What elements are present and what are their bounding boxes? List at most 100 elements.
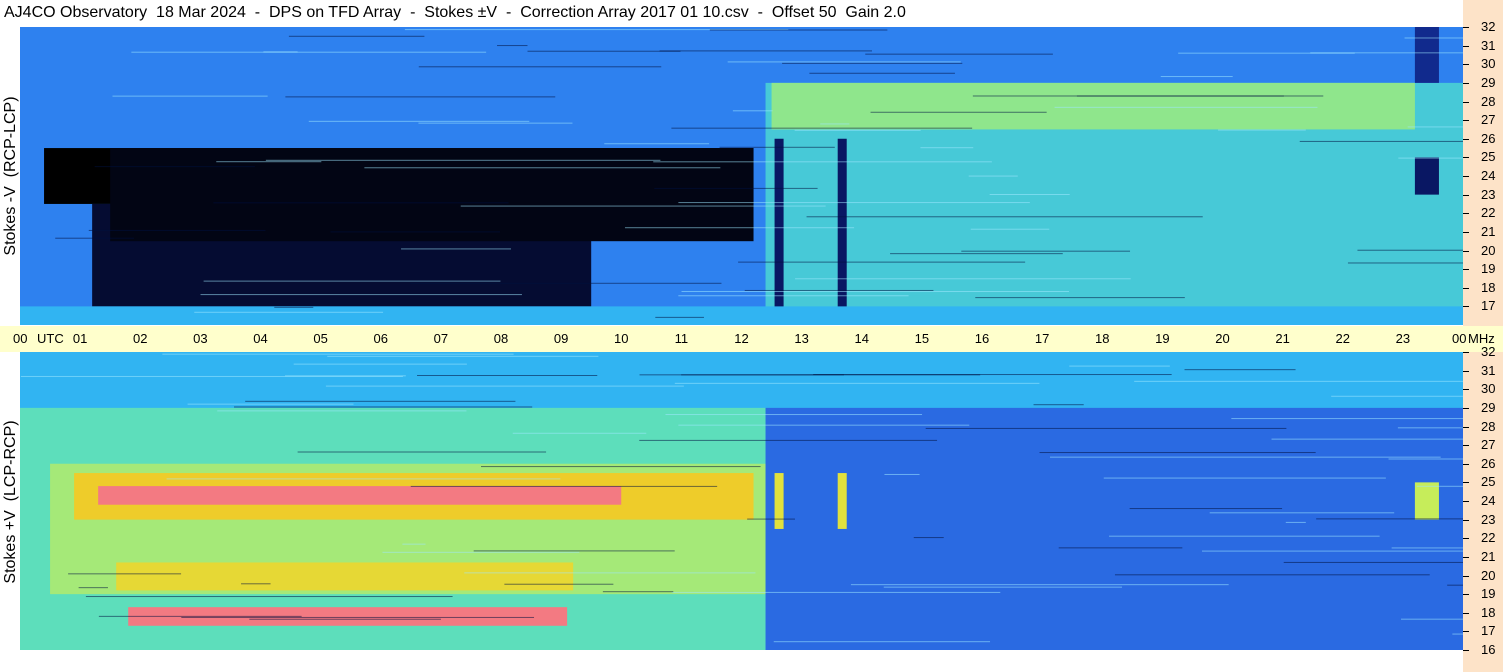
bottom-y-tick-mark xyxy=(1463,352,1469,353)
x-tick-label: 14 xyxy=(854,331,869,346)
top-y-tick-mark xyxy=(1463,157,1469,159)
top-rfi-streak xyxy=(194,311,384,313)
top-rfi-streak xyxy=(794,129,921,131)
top-y-tick-mark xyxy=(1463,138,1469,140)
bottom-rfi-streak xyxy=(234,406,533,408)
x-tick-label: 19 xyxy=(1155,331,1170,346)
top-y-tick-label: 23 xyxy=(1481,186,1496,202)
top-rfi-streak xyxy=(968,175,1018,177)
top-rfi-streak xyxy=(265,159,661,161)
top-rfi-streak xyxy=(809,72,955,74)
top-rfi-streak xyxy=(216,161,322,163)
top-y-tick-mark xyxy=(1463,194,1469,196)
top-rfi-streak xyxy=(203,280,501,282)
bottom-y-tick-mark xyxy=(1463,631,1469,633)
bottom-y-tick-mark xyxy=(1463,501,1469,502)
bottom-intensity-region-10 xyxy=(1414,482,1439,520)
bottom-rfi-streak xyxy=(85,596,453,598)
top-rfi-streak xyxy=(975,297,1185,299)
bottom-rfi-streak xyxy=(1316,518,1463,520)
top-rfi-streak xyxy=(865,53,1053,55)
top-rfi-streak xyxy=(604,143,710,145)
top-y-tick-label: 18 xyxy=(1481,279,1496,295)
bottom-rfi-streak xyxy=(1401,618,1463,620)
bottom-rfi-streak xyxy=(671,591,1001,593)
top-y-tick-label: 31 xyxy=(1481,37,1496,53)
bottom-rfi-streak xyxy=(1033,404,1084,406)
bottom-rfi-streak xyxy=(504,583,614,585)
top-rfi-streak xyxy=(1160,76,1233,78)
top-rfi-streak xyxy=(806,216,1203,218)
top-y-tick-mark xyxy=(1463,269,1469,271)
bottom-y-tick-label: 19 xyxy=(1481,586,1496,602)
top-rfi-streak xyxy=(1407,126,1463,128)
top-y-tick-label: 29 xyxy=(1481,74,1496,90)
x-tick-label: 02 xyxy=(133,331,148,346)
bottom-rfi-streak xyxy=(639,439,938,441)
bottom-rfi-streak xyxy=(665,414,923,416)
top-rfi-streak xyxy=(527,50,681,52)
bottom-rfi-streak xyxy=(327,355,599,357)
bottom-rfi-streak xyxy=(1452,633,1463,635)
bottom-intensity-region-9 xyxy=(837,473,847,529)
bottom-rfi-streak xyxy=(1103,477,1386,479)
bottom-y-tick-label: 17 xyxy=(1481,623,1496,639)
top-y-tick-mark xyxy=(1463,176,1469,177)
top-rfi-streak xyxy=(659,50,872,52)
x-tick-label: 15 xyxy=(914,331,930,346)
bottom-rfi-streak xyxy=(1447,584,1463,586)
bottom-rfi-streak xyxy=(1231,418,1463,420)
bottom-rfi-streak xyxy=(1184,369,1296,371)
x-tick-label: 08 xyxy=(493,331,509,346)
bottom-rfi-streak xyxy=(1283,561,1463,563)
top-rfi-streak xyxy=(88,229,266,231)
top-rfi-streak xyxy=(364,167,721,169)
bottom-y-tick-mark xyxy=(1463,389,1469,391)
bottom-y-tick-label: 23 xyxy=(1481,511,1496,527)
x-tick-label: 17 xyxy=(1034,331,1050,346)
bottom-y-tick-mark xyxy=(1463,426,1469,428)
top-rfi-streak xyxy=(1076,95,1284,97)
bottom-rfi-streak xyxy=(639,374,844,376)
top-rfi-streak xyxy=(920,147,974,149)
bottom-rfi-streak xyxy=(417,374,598,376)
top-rfi-streak xyxy=(401,248,511,250)
bottom-y-tick-mark xyxy=(1463,575,1469,577)
top-rfi-streak xyxy=(285,96,556,98)
top-rfi-streak xyxy=(727,61,961,63)
bottom-y-tick-mark xyxy=(1463,463,1469,465)
bottom-rfi-streak xyxy=(1049,456,1441,458)
bottom-rfi-streak xyxy=(678,424,970,426)
bottom-y-tick-mark xyxy=(1463,482,1469,484)
top-intensity-region-10 xyxy=(20,306,1463,325)
top-panel-ylabel: Stokes -V (RCP-LCP) xyxy=(2,96,19,256)
x-tick-label: 00 xyxy=(1452,331,1467,346)
bottom-rfi-streak xyxy=(249,618,441,620)
top-rfi-streak xyxy=(200,294,522,296)
bottom-rfi-streak xyxy=(464,572,756,574)
bottom-y-tick-label: 32 xyxy=(1481,344,1496,359)
bottom-y-tick-mark xyxy=(1463,538,1469,540)
top-rfi-streak xyxy=(738,261,1026,263)
top-y-tick-mark xyxy=(1463,45,1469,47)
bottom-rfi-streak xyxy=(1397,427,1463,429)
bottom-rfi-streak xyxy=(166,478,561,480)
bottom-rfi-streak xyxy=(884,473,920,475)
bottom-rfi-streak xyxy=(68,573,182,575)
top-rfi-streak xyxy=(1347,262,1463,264)
x-tick-label: 00 xyxy=(13,331,28,346)
top-y-tick-mark xyxy=(1463,82,1469,84)
bottom-rfi-streak xyxy=(1271,438,1463,440)
x-tick-label: 03 xyxy=(193,331,208,346)
bottom-y-tick-mark xyxy=(1463,370,1469,372)
top-y-tick-mark xyxy=(1463,27,1469,28)
bottom-rfi-streak xyxy=(473,550,675,552)
bottom-rfi-streak xyxy=(1039,452,1316,454)
x-unit-label: UTC xyxy=(37,331,64,346)
top-intensity-region-7 xyxy=(837,138,847,325)
bottom-rfi-streak xyxy=(481,466,761,468)
x-tick-label: 13 xyxy=(794,331,809,346)
x-tick-label: 07 xyxy=(433,331,449,346)
top-rfi-streak xyxy=(274,306,314,308)
top-rfi-streak xyxy=(671,127,973,129)
